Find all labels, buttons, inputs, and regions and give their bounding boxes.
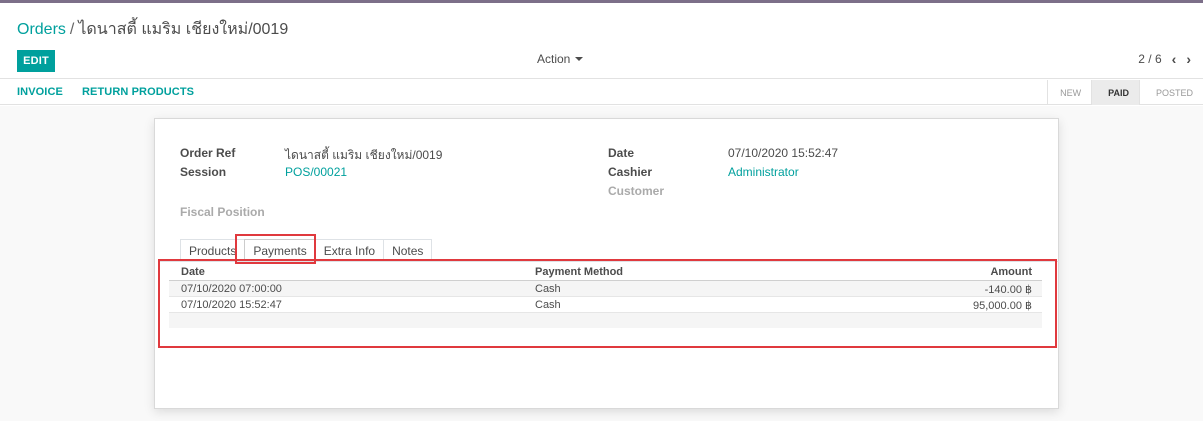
session-link[interactable]: POS/00021 (285, 165, 347, 179)
table-footer-filler (169, 313, 1042, 328)
tab-products[interactable]: Products (180, 239, 246, 261)
breadcrumb: Orders / ไดนาสตี้ แมริม เชียงใหม่/0019 (17, 17, 288, 42)
caret-down-icon (575, 57, 584, 61)
status-bar: INVOICE RETURN PRODUCTS NEW PAID POSTED (0, 80, 1203, 105)
state-posted: POSTED (1138, 80, 1203, 105)
fiscal-position-label: Fiscal Position (180, 205, 265, 219)
payment-date: 07/10/2020 15:52:47 (181, 299, 282, 311)
action-dropdown-label: Action (537, 52, 571, 66)
breadcrumb-current: ไดนาสตี้ แมริม เชียงใหม่/0019 (78, 21, 289, 38)
payment-amount: 95,000.00 ฿ (973, 300, 1032, 312)
tab-payments[interactable]: Payments (244, 239, 316, 261)
payment-amount: -140.00 ฿ (984, 284, 1032, 296)
control-panel: Orders / ไดนาสตี้ แมริม เชียงใหม่/0019 EDI… (0, 3, 1203, 79)
return-products-button[interactable]: RETURN PRODUCTS (82, 86, 194, 98)
table-row[interactable]: 07/10/2020 07:00:00 Cash -140.00 ฿ (169, 281, 1042, 297)
tab-extra-info[interactable]: Extra Info (314, 239, 385, 261)
state-new: NEW (1047, 80, 1091, 105)
payment-date: 07/10/2020 07:00:00 (181, 283, 282, 295)
date-label: Date (608, 146, 635, 160)
pager-value[interactable]: 2 / 6 (1138, 52, 1161, 66)
chevron-right-icon[interactable]: › (1186, 52, 1191, 66)
payment-method: Cash (535, 283, 561, 295)
table-row[interactable]: 07/10/2020 15:52:47 Cash 95,000.00 ฿ (169, 297, 1042, 313)
tab-notes[interactable]: Notes (383, 239, 433, 261)
action-dropdown[interactable]: Action (537, 52, 584, 66)
tab-divider (159, 261, 1059, 262)
column-header-date[interactable]: Date (181, 266, 205, 278)
customer-label: Customer (608, 184, 665, 198)
order-ref-label: Order Ref (180, 146, 236, 160)
pager: 2 / 6 ‹ › (1138, 52, 1191, 66)
edit-button[interactable]: EDIT (17, 50, 55, 72)
cashier-label: Cashier (608, 165, 653, 179)
notebook-tabs: Products Payments Extra Info Notes (180, 239, 433, 261)
payment-method: Cash (535, 299, 561, 311)
date-value: 07/10/2020 15:52:47 (728, 146, 839, 160)
table-header: Date Payment Method Amount (169, 264, 1042, 281)
breadcrumb-orders-link[interactable]: Orders (17, 21, 66, 38)
breadcrumb-separator: / (69, 21, 75, 38)
state-paid: PAID (1091, 80, 1139, 105)
state-pipeline: NEW PAID POSTED (1047, 80, 1203, 105)
form-sheet: Order Ref ไดนาสตี้ แมริม เชียงใหม่/0019 … (154, 118, 1059, 409)
session-label: Session (180, 165, 227, 179)
column-header-amount[interactable]: Amount (990, 266, 1032, 278)
invoice-button[interactable]: INVOICE (17, 86, 63, 98)
order-ref-value: ไดนาสตี้ แมริม เชียงใหม่/0019 (285, 148, 443, 162)
chevron-left-icon[interactable]: ‹ (1172, 52, 1177, 66)
column-header-payment-method[interactable]: Payment Method (535, 266, 623, 278)
payments-table: Date Payment Method Amount 07/10/2020 07… (169, 264, 1042, 328)
cashier-link[interactable]: Administrator (728, 165, 799, 179)
